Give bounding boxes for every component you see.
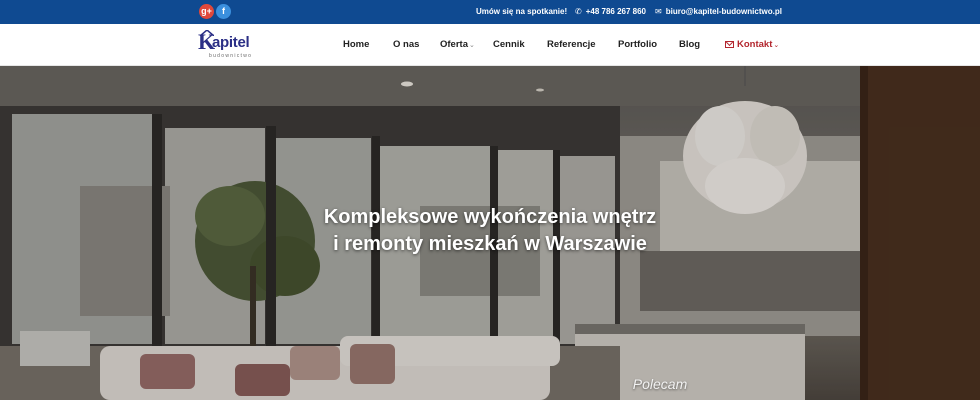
- logo[interactable]: K apitel budownictwo: [198, 30, 260, 62]
- envelope-icon: [725, 41, 734, 48]
- phone-number: +48 786 267 860: [585, 7, 646, 16]
- nav-home[interactable]: Home: [343, 24, 369, 66]
- logo-tagline: budownictwo: [209, 53, 253, 59]
- nav-kontakt-label: Kontakt: [737, 39, 773, 50]
- hero-title-line-2: i remonty mieszkań w Warszawie: [333, 233, 647, 255]
- nav-referencje[interactable]: Referencje: [547, 24, 596, 66]
- nav-portfolio[interactable]: Portfolio: [618, 24, 657, 66]
- phone-icon: ✆: [575, 7, 582, 16]
- nav-kontakt[interactable]: Kontakt⌄: [725, 24, 779, 66]
- logo-word: apitel: [212, 34, 250, 51]
- meeting-link[interactable]: Umów się na spotkanie!: [476, 0, 567, 24]
- nav-oferta[interactable]: Oferta⌄: [440, 24, 475, 66]
- facebook-icon[interactable]: f: [216, 4, 231, 19]
- hero-banner: Kompleksowe wykończenia wnętrz i remonty…: [0, 66, 980, 400]
- chevron-down-icon: ⌄: [468, 42, 475, 49]
- nav-oferta-label: Oferta: [440, 39, 468, 50]
- nav-blog[interactable]: Blog: [679, 24, 700, 66]
- chevron-down-icon: ⌄: [773, 42, 780, 49]
- top-bar: g+ f Umów się na spotkanie! ✆ +48 786 267…: [0, 0, 980, 24]
- phone-link[interactable]: ✆ +48 786 267 860: [575, 0, 646, 24]
- envelope-icon: ✉: [655, 7, 662, 16]
- main-navbar: K apitel budownictwo Home O nas Oferta⌄ …: [0, 24, 980, 66]
- hero-subtitle: Polecam: [632, 376, 688, 392]
- email-link[interactable]: ✉ biuro@kapitel-budownictwo.pl: [655, 0, 782, 24]
- email-address: biuro@kapitel-budownictwo.pl: [665, 7, 782, 16]
- hero-title: Kompleksowe wykończenia wnętrz i remonty…: [250, 204, 730, 258]
- nav-o-nas[interactable]: O nas: [393, 24, 419, 66]
- google-plus-icon[interactable]: g+: [199, 4, 214, 19]
- hero-title-line-1: Kompleksowe wykończenia wnętrz: [323, 206, 657, 228]
- nav-cennik[interactable]: Cennik: [493, 24, 525, 66]
